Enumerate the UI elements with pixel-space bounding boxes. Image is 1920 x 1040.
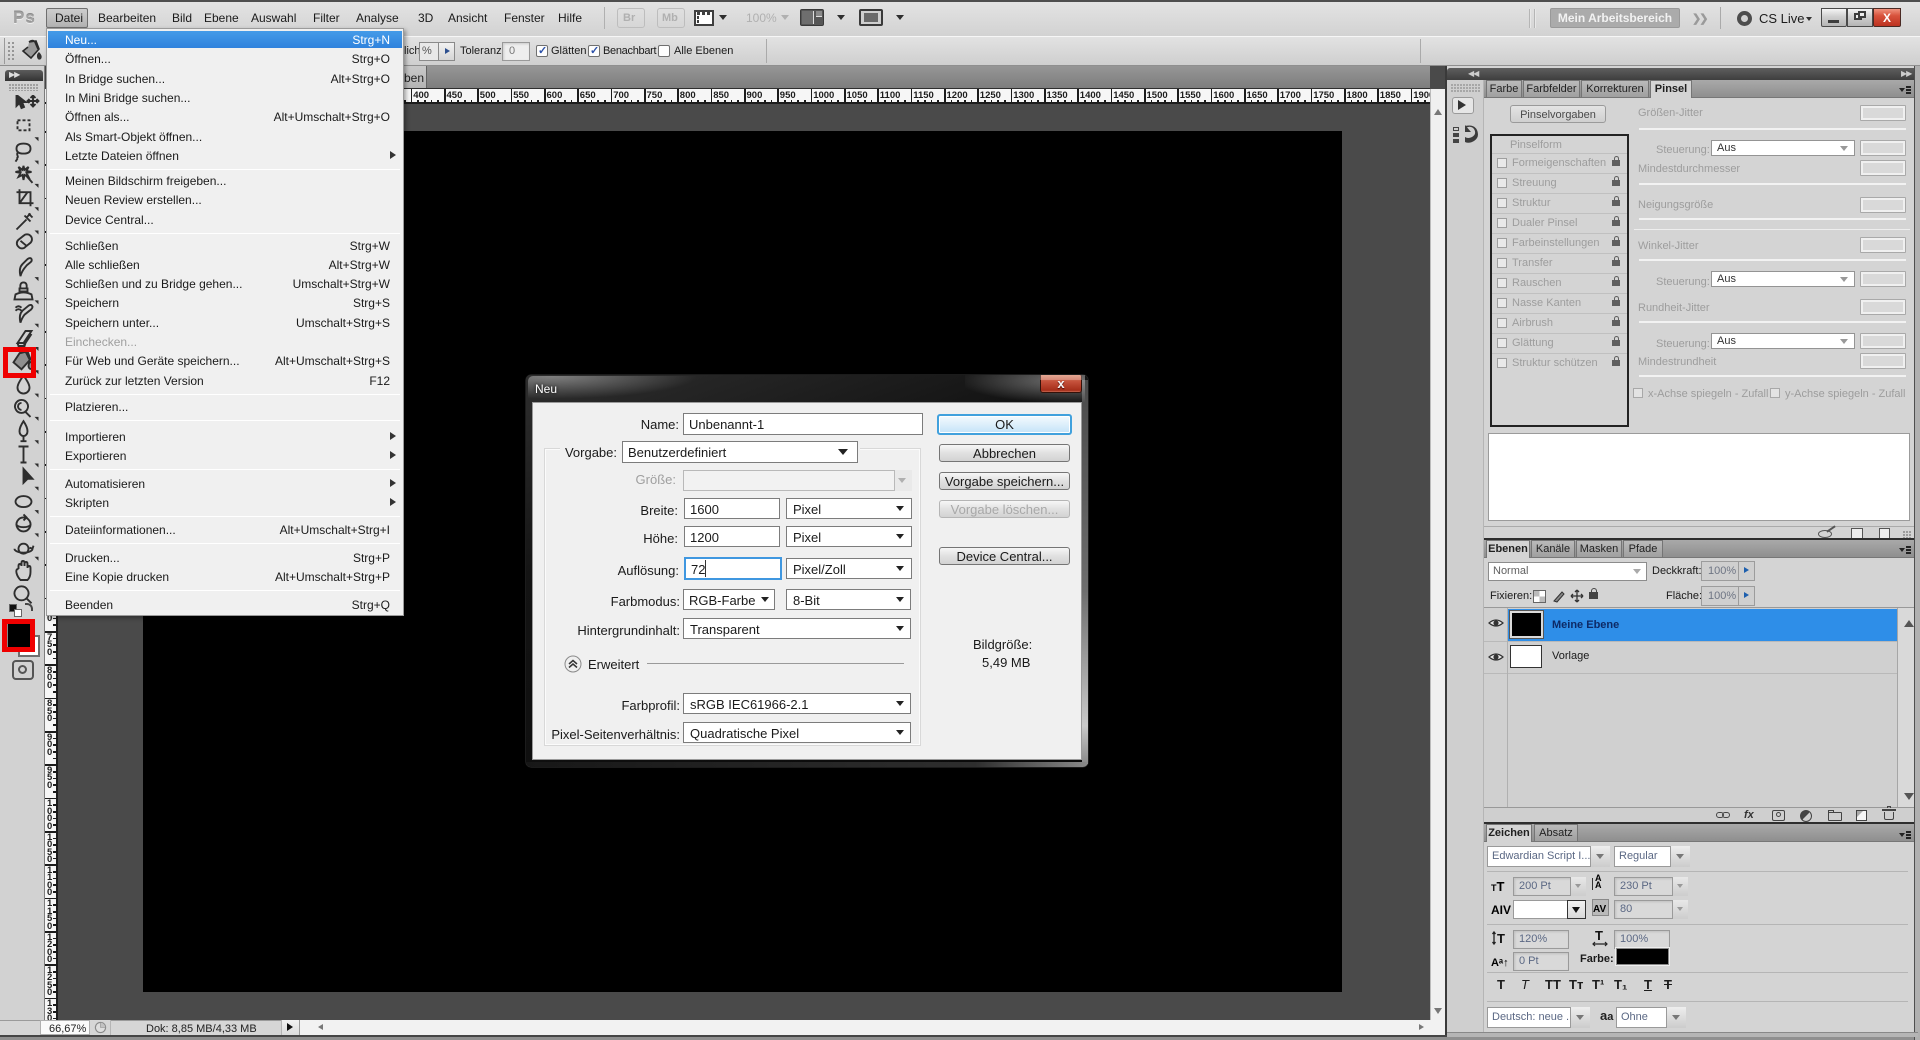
svg-text:T: T (1595, 929, 1603, 943)
svg-text:T: T (1497, 931, 1505, 946)
